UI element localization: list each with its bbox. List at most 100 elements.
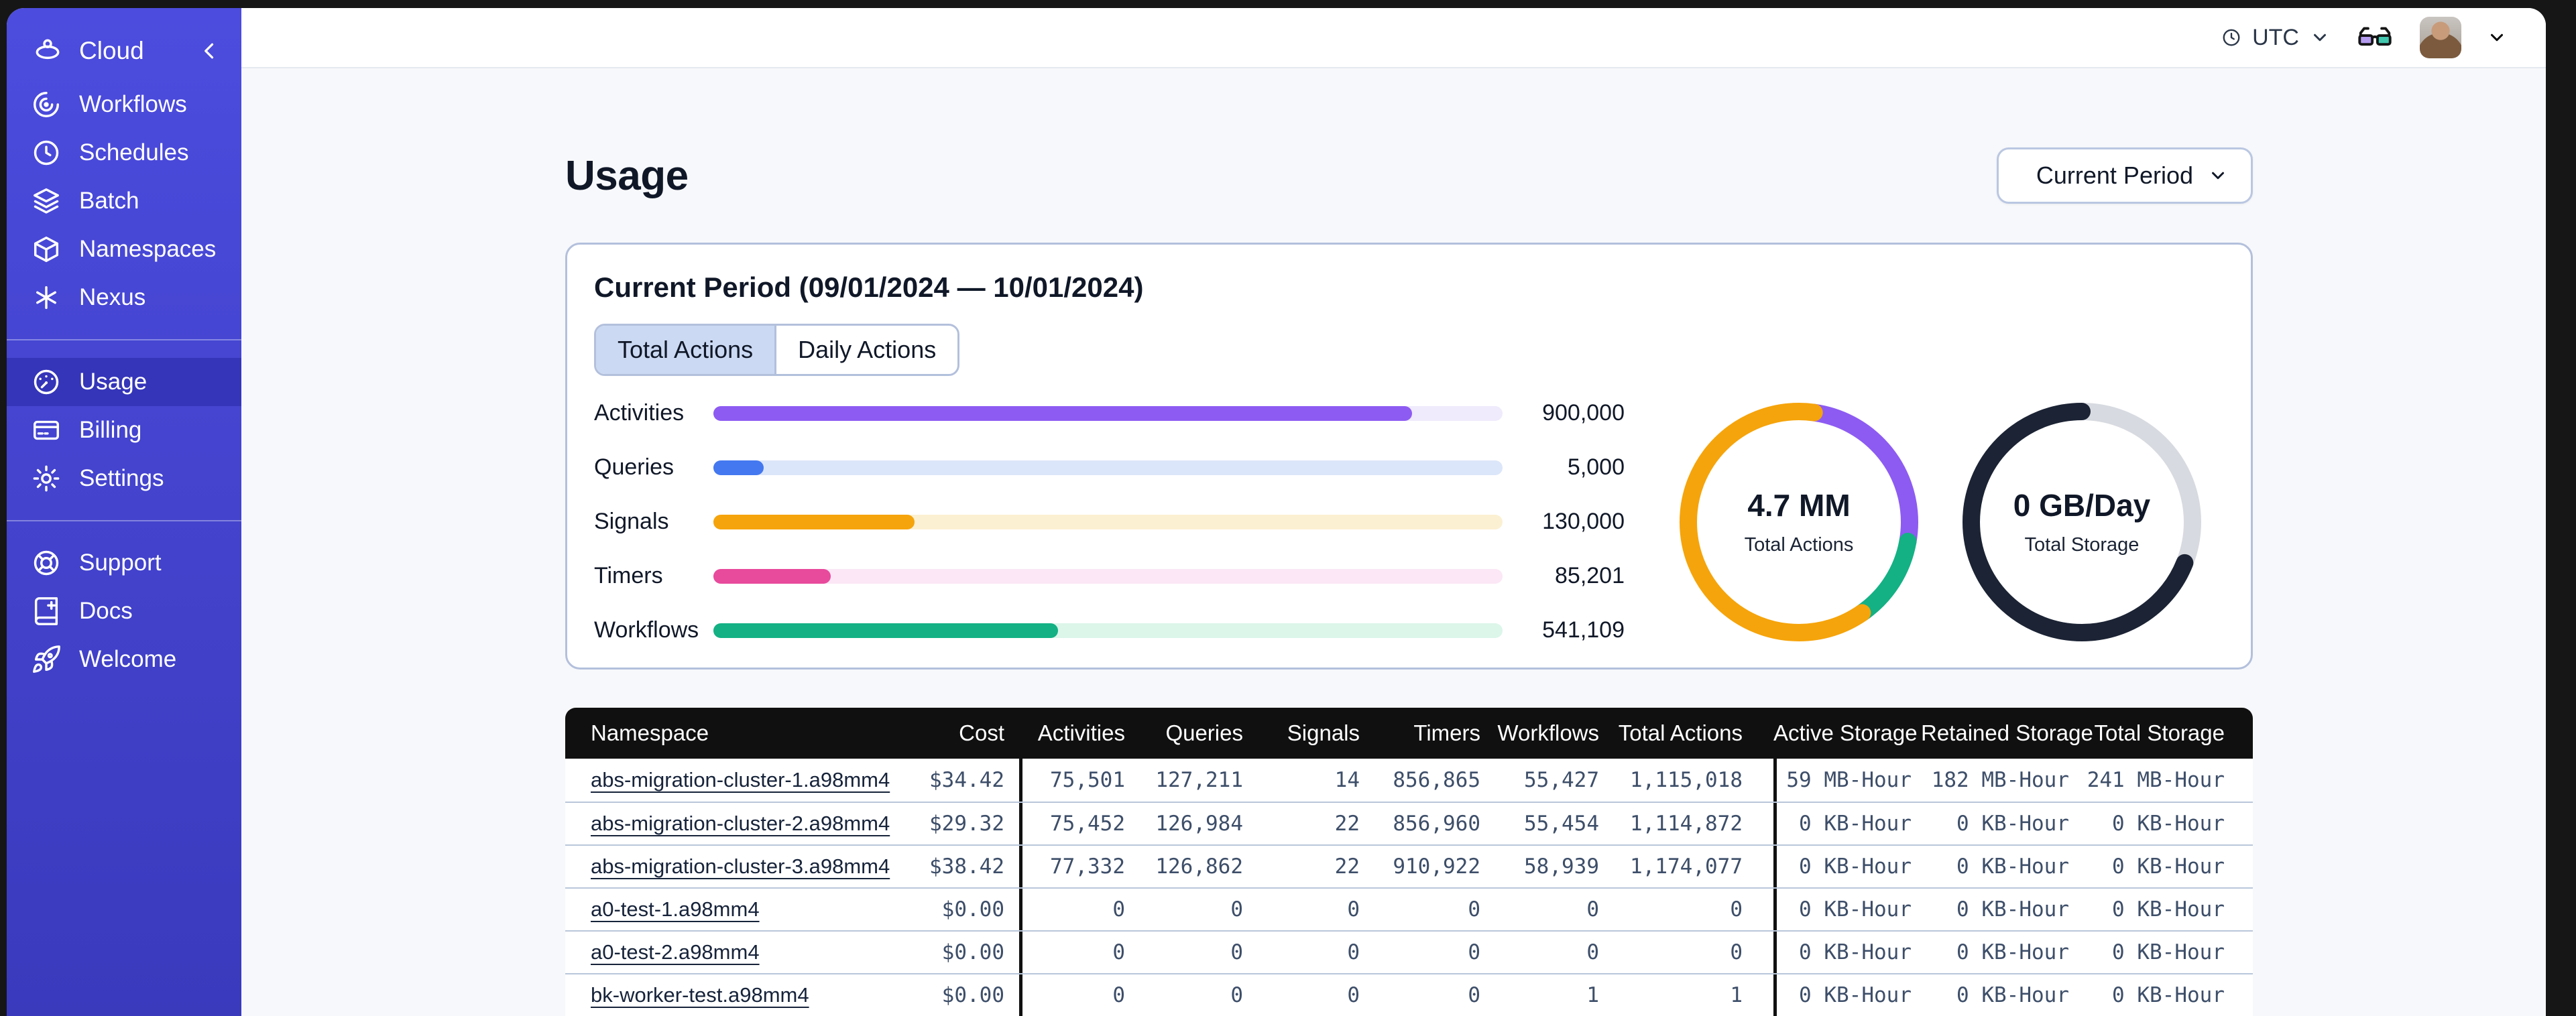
period-selector-button[interactable]: Current Period (1996, 147, 2253, 204)
sidebar-item-label: Namespaces (79, 236, 217, 262)
cell-signals: 22 (1252, 802, 1369, 844)
table-row: abs-migration-cluster-2.a98mm4 $29.32 75,4… (565, 802, 2253, 844)
cell-timers: 0 (1369, 887, 1490, 930)
temporal-logo-icon (32, 36, 63, 66)
sidebar-item-nexus[interactable]: Nexus (7, 273, 241, 322)
account-menu-chevron-icon[interactable] (2487, 27, 2507, 48)
namespace-link[interactable]: bk-worker-test.a98mm4 (591, 983, 809, 1007)
cell-namespace: abs-migration-cluster-3.a98mm4 (565, 844, 900, 887)
total-storage-value: 0 GB/Day (2013, 488, 2151, 523)
bar-fill (713, 460, 764, 475)
cell-signals: 0 (1252, 887, 1369, 930)
sidebar-item-schedules[interactable]: Schedules (7, 129, 241, 177)
cell-retained-storage: 182 MB-Hour (1921, 759, 2079, 802)
cell-total-storage: 0 KB-Hour (2079, 930, 2253, 973)
sidebar-item-label: Workflows (79, 91, 187, 117)
namespace-link[interactable]: a0-test-1.a98mm4 (591, 897, 760, 921)
namespace-link[interactable]: a0-test-2.a98mm4 (591, 940, 760, 964)
cell-workflows: 1 (1490, 973, 1608, 1016)
cell-total-actions: 1,174,077 (1608, 844, 1773, 887)
cell-timers: 856,960 (1369, 802, 1490, 844)
nexus-icon (31, 282, 62, 313)
cell-activities: 0 (1019, 887, 1134, 930)
total-actions-label: Total Actions (1744, 534, 1854, 556)
sidebar-divider (7, 520, 241, 521)
bar-value: 130,000 (1542, 509, 1625, 534)
donut-charts: 4.7 MM Total Actions 0 GB/Day Total Stor… (1680, 402, 2201, 641)
charts: Activities 900,000 Queries 5,000 Signals 130,… (594, 400, 2224, 643)
tab-total-actions[interactable]: Total Actions (596, 326, 775, 374)
bar-row-signals: Signals 130,000 (594, 509, 1625, 535)
glasses-icon[interactable] (2355, 18, 2394, 57)
table-row: bk-worker-test.a98mm4 $0.00 0 0 0 0 1 1 0 KB-Hou… (565, 973, 2253, 1016)
sidebar-item-welcome[interactable]: Welcome (7, 635, 241, 684)
cell-total-actions: 0 (1608, 930, 1773, 973)
sidebar-item-label: Nexus (79, 284, 146, 310)
period-selector-label: Current Period (2036, 162, 2193, 189)
workflows-icon (31, 89, 62, 120)
column-header-retained-storage: Retained Storage (1921, 708, 2093, 759)
bar-value: 5,000 (1567, 454, 1625, 480)
cell-activities: 0 (1019, 973, 1134, 1016)
cell-queries: 126,862 (1134, 844, 1252, 887)
cell-active-storage: 0 KB-Hour (1773, 802, 1921, 844)
sidebar-item-namespaces[interactable]: Namespaces (7, 225, 241, 273)
tab-daily-actions[interactable]: Daily Actions (774, 326, 957, 374)
actions-tab-group: Total Actions Daily Actions (594, 324, 960, 376)
sidebar-item-label: Docs (79, 598, 133, 624)
sidebar-item-usage[interactable]: Usage (7, 358, 241, 406)
column-header-queries: Queries (1134, 708, 1252, 759)
actions-bar-chart: Activities 900,000 Queries 5,000 Signals 130,… (594, 400, 1625, 643)
total-storage-label: Total Storage (2024, 534, 2140, 556)
cell-total-storage: 0 KB-Hour (2079, 844, 2253, 887)
cell-queries: 126,984 (1134, 802, 1252, 844)
namespace-table-wrap: Namespace Cost Activities Queries Signals Tim… (565, 708, 2253, 1016)
cell-activities: 75,501 (1019, 759, 1134, 802)
bar-fill (713, 514, 915, 529)
sidebar-item-label: Settings (79, 465, 164, 491)
cell-timers: 910,922 (1369, 844, 1490, 887)
total-actions-donut: 4.7 MM Total Actions (1680, 402, 1918, 641)
cell-active-storage: 0 KB-Hour (1773, 973, 1921, 1016)
sidebar-item-label: Support (79, 550, 162, 576)
cell-namespace: a0-test-1.a98mm4 (565, 887, 900, 930)
cell-cost: $0.00 (900, 930, 1019, 973)
sidebar-item-workflows[interactable]: Workflows (7, 80, 241, 129)
bar-label: Workflows (594, 617, 699, 643)
sidebar-item-label: Batch (79, 188, 139, 214)
cell-namespace: bk-worker-test.a98mm4 (565, 973, 900, 1016)
cell-signals: 0 (1252, 973, 1369, 1016)
bar-row-workflows: Workflows 541,109 (594, 617, 1625, 643)
cell-active-storage: 59 MB-Hour (1773, 759, 1921, 802)
cell-queries: 0 (1134, 930, 1252, 973)
timezone-label: UTC (2252, 24, 2299, 50)
sidebar-item-docs[interactable]: Docs (7, 587, 241, 635)
namespaces-icon (31, 234, 62, 265)
bar-track (713, 568, 1503, 584)
table-row: a0-test-2.a98mm4 $0.00 0 0 0 0 0 0 0 KB-Hour 0 KB… (565, 930, 2253, 973)
sidebar-item-label: Schedules (79, 139, 189, 166)
cell-active-storage: 0 KB-Hour (1773, 930, 1921, 973)
sidebar-item-batch[interactable]: Batch (7, 177, 241, 225)
sidebar-item-support[interactable]: Support (7, 539, 241, 587)
cell-cost: $34.42 (900, 759, 1019, 802)
cell-total-storage: 241 MB-Hour (2079, 759, 2253, 802)
timezone-selector[interactable]: UTC (2221, 25, 2330, 51)
bar-value: 85,201 (1555, 563, 1625, 588)
sidebar-item-billing[interactable]: Billing (7, 406, 241, 454)
namespace-link[interactable]: abs-migration-cluster-2.a98mm4 (591, 812, 890, 835)
namespace-link[interactable]: abs-migration-cluster-1.a98mm4 (591, 768, 890, 791)
user-avatar[interactable] (2420, 17, 2461, 58)
clock-icon (2221, 27, 2241, 48)
namespace-usage-table: Namespace Cost Activities Queries Signals Tim… (565, 708, 2253, 1016)
cell-total-actions: 1 (1608, 973, 1773, 1016)
cell-timers: 0 (1369, 973, 1490, 1016)
cell-workflows: 55,427 (1490, 759, 1608, 802)
sidebar-collapse-button[interactable] (197, 39, 221, 63)
cell-active-storage: 0 KB-Hour (1773, 844, 1921, 887)
sidebar-item-settings[interactable]: Settings (7, 454, 241, 503)
bar-label: Activities (594, 400, 685, 426)
cell-queries: 0 (1134, 887, 1252, 930)
namespace-link[interactable]: abs-migration-cluster-3.a98mm4 (591, 854, 890, 878)
table-row: abs-migration-cluster-3.a98mm4 $38.42 77,3… (565, 844, 2253, 887)
